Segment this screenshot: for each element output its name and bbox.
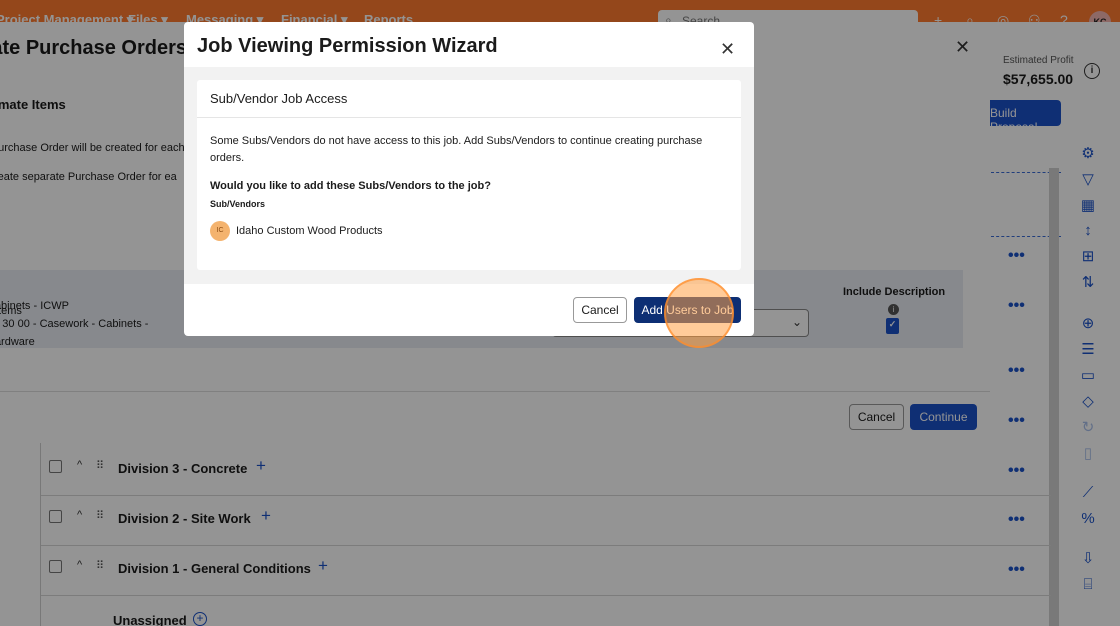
- add-question: Would you like to add these Subs/Vendors…: [210, 180, 491, 192]
- sub-vendor-access-card: Sub/Vendor Job Access Some Subs/Vendors …: [197, 80, 741, 270]
- wizard-title: Job Viewing Permission Wizard: [197, 35, 498, 57]
- vendor-name: Idaho Custom Wood Products: [236, 225, 383, 237]
- job-viewing-permission-wizard: Job Viewing Permission Wizard ✕ Sub/Vend…: [184, 22, 754, 336]
- card-divider: [197, 117, 741, 118]
- close-icon[interactable]: ✕: [720, 39, 735, 60]
- sub-vendors-label: Sub/Vendors: [210, 199, 266, 209]
- cancel-button[interactable]: Cancel: [573, 297, 627, 323]
- vendor-avatar: IC: [210, 221, 230, 241]
- access-message: Some Subs/Vendors do not have access to …: [210, 135, 703, 164]
- click-indicator: [664, 278, 734, 348]
- wizard-body: Sub/Vendor Job Access Some Subs/Vendors …: [184, 67, 754, 284]
- card-title: Sub/Vendor Job Access: [210, 91, 348, 106]
